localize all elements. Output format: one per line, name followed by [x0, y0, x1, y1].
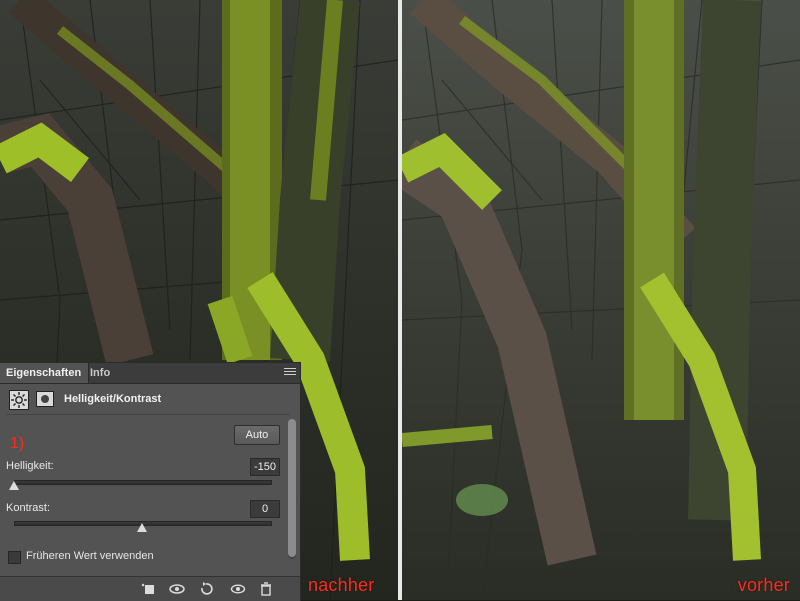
panel-scrollbar[interactable] [288, 419, 296, 559]
photo-before: vorher [402, 0, 800, 600]
helligkeit-value-field[interactable]: -150 [250, 458, 280, 476]
panel-menu-icon[interactable] [284, 368, 296, 378]
step-marker: 1) [10, 435, 25, 452]
kontrast-value-field[interactable]: 0 [250, 500, 280, 518]
adjustment-header: Helligkeit/Kontrast [0, 386, 300, 412]
trash-icon[interactable] [258, 581, 274, 597]
helligkeit-slider-track[interactable] [14, 480, 272, 485]
panel-bottom-toolbar [0, 576, 300, 601]
legacy-checkbox-label: Früheren Wert verwenden [26, 550, 154, 562]
helligkeit-label: Helligkeit: [6, 460, 54, 472]
before-label: vorher [737, 575, 790, 595]
legacy-checkbox[interactable] [8, 551, 21, 564]
kontrast-label: Kontrast: [6, 502, 51, 514]
tab-info[interactable]: Info [84, 363, 116, 383]
mask-icon[interactable] [36, 391, 54, 407]
scrollbar-thumb[interactable] [288, 419, 296, 557]
panel-tab-bar: Eigenschaften Info [0, 363, 300, 384]
auto-button[interactable]: Auto [234, 425, 280, 445]
kontrast-slider-thumb[interactable] [137, 523, 147, 532]
view-previous-state-icon[interactable] [168, 581, 185, 597]
reset-icon[interactable] [198, 581, 214, 597]
properties-panel: Eigenschaften Info Helligkeit/Kontrast A… [0, 362, 301, 601]
tab-eigenschaften[interactable]: Eigenschaften [0, 363, 89, 383]
clip-to-layer-icon[interactable] [140, 581, 156, 597]
visibility-icon[interactable] [230, 581, 246, 597]
header-divider [6, 414, 290, 415]
brightness-icon[interactable] [9, 390, 29, 410]
forest-before-image [402, 0, 800, 600]
helligkeit-slider-thumb[interactable] [9, 481, 19, 490]
after-label: nachher [308, 575, 375, 595]
adjustment-title: Helligkeit/Kontrast [64, 393, 162, 405]
